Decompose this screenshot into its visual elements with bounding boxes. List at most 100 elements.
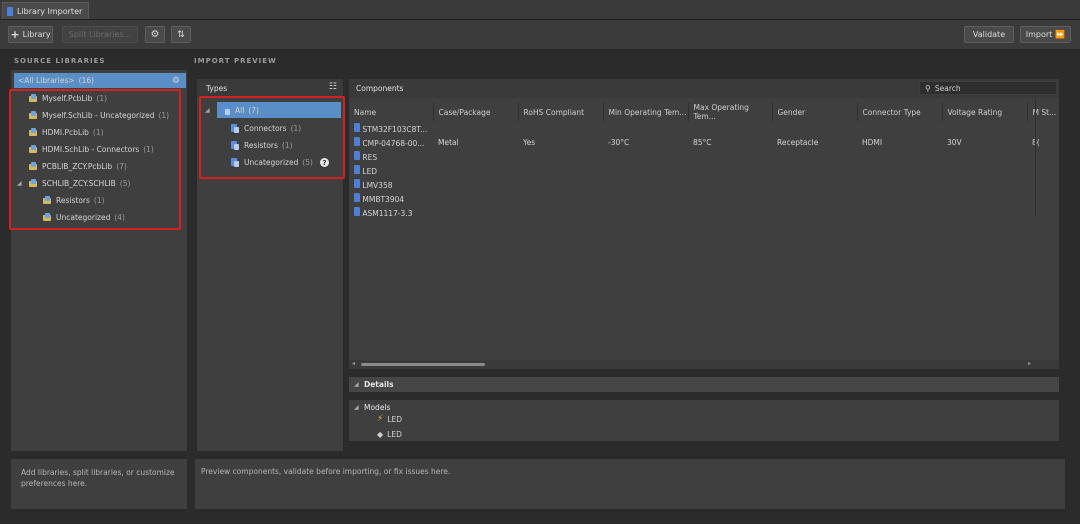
table-cell [688, 205, 772, 219]
model-item[interactable]: ⚡ LED [377, 412, 402, 426]
table-cell [942, 205, 1027, 219]
table-row[interactable]: MMBT3904 [349, 191, 1059, 205]
name-cell: LED [349, 163, 433, 177]
column-header[interactable]: Name [349, 103, 434, 121]
name-cell: MMBT3904 [349, 191, 433, 205]
table-cell [772, 205, 857, 219]
search-box[interactable]: ⚲ Search [919, 81, 1057, 95]
footprint-icon: ◆ [377, 429, 384, 439]
column-header[interactable]: Voltage Rating [942, 103, 1028, 121]
component-icon [354, 178, 360, 188]
table-cell [603, 177, 688, 191]
table-cell [603, 205, 688, 219]
all-libraries-label: <All Libraries> [18, 76, 75, 85]
import-label: Import [1025, 30, 1053, 39]
table-cell [433, 163, 518, 177]
plus-icon: + [10, 28, 20, 41]
all-libraries-item[interactable]: <All Libraries> (16) ⚙ [14, 73, 186, 88]
split-libraries-button[interactable]: Split Libraries... [62, 26, 138, 43]
tab-label: Library Importer [17, 6, 83, 16]
table-cell [772, 121, 857, 135]
table-cell: Metal [438, 137, 459, 147]
component-icon [354, 122, 360, 132]
settings-button[interactable]: ⚙ [145, 26, 165, 43]
add-library-button[interactable]: + Library [8, 26, 53, 43]
table-cell [688, 163, 772, 177]
tree-toggle-icon[interactable]: ☷ [329, 82, 337, 92]
search-input[interactable]: Search [935, 84, 961, 93]
table-cell: -30°C [608, 137, 630, 147]
scroll-right-icon[interactable]: ▸ [1028, 360, 1031, 367]
scroll-left-icon[interactable]: ◂ [352, 360, 355, 367]
table-cell [433, 191, 518, 205]
collapse-triangle-icon[interactable]: ◢ [354, 404, 360, 411]
details-header[interactable]: ◢ Details [348, 376, 1060, 393]
table-cell [857, 149, 942, 163]
types-header: Types ☷ [197, 79, 343, 97]
import-button[interactable]: Import ⏩ [1020, 26, 1071, 43]
table-cell [688, 177, 772, 191]
table-cell [688, 121, 772, 135]
document-tab-bar: Library Importer [0, 0, 1080, 20]
components-panel: Components ⚲ Search Name Case/Package Ro… [348, 78, 1060, 370]
document-icon [7, 6, 13, 16]
column-header[interactable]: Connector Type [857, 103, 943, 121]
gear-icon: ⚙ [150, 29, 160, 40]
name-text: ASM1117-3.3 [362, 208, 413, 218]
column-header[interactable]: M St... [1027, 103, 1059, 121]
source-libraries-heading: SOURCE LIBRARIES [14, 57, 106, 65]
highlight-box [9, 89, 181, 230]
table-row[interactable]: RES [349, 149, 1059, 163]
name-text: LED [362, 166, 378, 176]
table-cell [518, 163, 603, 177]
components-table: Name Case/Package RoHS Compliant Min Ope… [349, 103, 1059, 219]
horizontal-scrollbar[interactable]: ◂ ▸ [349, 360, 1059, 369]
table-cell [772, 191, 857, 205]
name-cell: STM32F103C8T... [349, 121, 433, 135]
model-label: LED [387, 429, 402, 439]
toolbar: + Library Split Libraries... ⚙ ⇅ Validat… [0, 20, 1080, 50]
table-cell [772, 163, 857, 177]
table-row[interactable]: ASM1117-3.3 [349, 205, 1059, 219]
column-header[interactable]: RoHS Compliant [518, 103, 604, 121]
table-cell [433, 177, 518, 191]
table-header-row: Name Case/Package RoHS Compliant Min Ope… [349, 103, 1059, 121]
table-cell [857, 177, 942, 191]
table-cell: HDMI [862, 137, 883, 147]
table-cell [1027, 191, 1059, 205]
model-item[interactable]: ◆ LED [377, 427, 402, 441]
table-row[interactable]: CMP-04768-00... Metal Yes -30°C 85°C Recepta… [349, 135, 1059, 149]
column-header[interactable]: Gender [772, 103, 858, 121]
table-cell: Yes [523, 137, 536, 147]
table-cell [518, 191, 603, 205]
column-header[interactable]: Max Operating Tem... [688, 103, 773, 121]
scrollbar-thumb[interactable] [361, 363, 485, 366]
table-row[interactable]: LMV358 [349, 177, 1059, 191]
table-row[interactable]: STM32F103C8T... [349, 121, 1059, 135]
column-header[interactable]: Case/Package [433, 103, 519, 121]
name-cell: ASM1117-3.3 [349, 205, 433, 219]
column-header[interactable]: Min Operating Tem... [603, 103, 689, 121]
name-text: MMBT3904 [362, 194, 405, 204]
library-importer-tab[interactable]: Library Importer [2, 2, 90, 19]
collapse-triangle-icon[interactable]: ◢ [354, 381, 360, 388]
name-text: STM32F103C8T... [362, 124, 428, 134]
table-cell [518, 121, 603, 135]
swap-button[interactable]: ⇅ [171, 26, 191, 43]
component-icon [354, 206, 360, 216]
table-cell [603, 121, 688, 135]
preview-hint: Preview components, validate before impo… [194, 458, 1066, 510]
table-cell [857, 191, 942, 205]
table-cell: 30V [947, 137, 962, 147]
table-cell [688, 149, 772, 163]
table-cell [1027, 149, 1059, 163]
table-row[interactable]: LED [349, 163, 1059, 177]
models-label: Models [364, 403, 391, 412]
table-cell [518, 149, 603, 163]
table-cell [942, 149, 1027, 163]
components-header: Components ⚲ Search [349, 79, 1059, 98]
validate-button[interactable]: Validate [964, 26, 1014, 43]
gear-icon[interactable]: ⚙ [172, 76, 180, 86]
table-cell [857, 205, 942, 219]
table-cell [857, 121, 942, 135]
